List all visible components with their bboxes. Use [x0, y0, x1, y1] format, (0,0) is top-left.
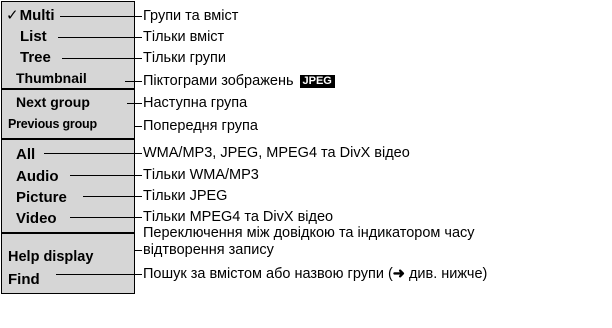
menu-item-thumbnail[interactable]: Thumbnail [16, 68, 87, 88]
menu-item-next-group[interactable]: Next group [16, 92, 90, 112]
desc-help-display-line1: Переключення між довідкою та індикатором… [143, 225, 475, 241]
leader-line [56, 274, 142, 275]
menu-item-label: Multi [19, 7, 55, 24]
menu-item-audio[interactable]: Audio [16, 167, 59, 187]
menu-item-all[interactable]: All [16, 145, 35, 165]
menu-item-label: Previous group [8, 117, 97, 131]
desc-help-display-line2: відтворення запису [143, 242, 274, 258]
leader-line [127, 103, 142, 104]
desc-list: Тільки вміст [143, 29, 225, 45]
leader-line [134, 126, 142, 127]
desc-thumbnail-text: Піктограми зображень [143, 73, 294, 89]
leader-line [70, 217, 142, 218]
menu-item-tree[interactable]: Tree [20, 48, 51, 68]
check-icon: ✓ [6, 7, 19, 24]
desc-find-text: Пошук за вмістом або назвою групи ( [143, 266, 393, 282]
menu-group-view-mode: ✓Multi List Tree Thumbnail [2, 2, 134, 88]
desc-next-group: Наступна група [143, 95, 248, 111]
jpeg-badge: JPEG [299, 75, 335, 88]
leader-line [125, 81, 142, 82]
menu-group-navigation: Next group Previous group [2, 88, 134, 138]
menu-item-find[interactable]: Find [8, 270, 40, 290]
menu-item-multi[interactable]: ✓Multi [6, 6, 55, 26]
desc-audio: Тільки WMA/MP3 [143, 167, 259, 183]
desc-find-text-end: див. нижче) [404, 266, 488, 282]
menu-panel: ✓Multi List Tree Thumbnail Next group Pr… [1, 1, 135, 294]
menu-item-label: List [20, 28, 47, 45]
menu-item-label: Find [8, 271, 40, 288]
desc-all: WMA/MP3, JPEG, MPEG4 та DivX відео [143, 145, 410, 161]
arrow-right-icon: ➜ [392, 266, 405, 282]
leader-line [134, 250, 142, 251]
menu-item-label: Thumbnail [16, 70, 87, 86]
leader-line [58, 37, 142, 38]
menu-item-label: All [16, 146, 36, 163]
menu-item-label: Audio [16, 168, 59, 185]
menu-item-previous-group[interactable]: Previous group [8, 114, 97, 134]
leader-line [60, 16, 142, 17]
menu-item-picture[interactable]: Picture [16, 188, 67, 208]
leader-line [83, 196, 142, 197]
leader-line [70, 175, 142, 176]
menu-group-tools: Help display Find [2, 232, 134, 293]
menu-item-list[interactable]: List [20, 27, 47, 47]
leader-line [62, 58, 142, 59]
leader-line [44, 153, 142, 154]
menu-item-help-display[interactable]: Help display [8, 247, 93, 267]
desc-multi: Групи та вміст [143, 8, 239, 24]
menu-item-label: Help display [8, 249, 94, 265]
menu-item-video[interactable]: Video [16, 209, 57, 229]
desc-thumbnail: Піктограми зображень JPEG [143, 73, 335, 90]
desc-previous-group: Попередня група [143, 118, 258, 134]
desc-picture: Тільки JPEG [143, 188, 228, 204]
desc-video: Тільки MPEG4 та DivX відео [143, 209, 334, 225]
desc-find: Пошук за вмістом або назвою групи (➜ див… [143, 266, 487, 283]
menu-item-label: Tree [20, 49, 51, 66]
menu-item-label: Picture [16, 189, 67, 206]
menu-item-label: Video [16, 210, 57, 227]
desc-tree: Тільки групи [143, 50, 226, 66]
menu-item-label: Next group [16, 94, 90, 110]
